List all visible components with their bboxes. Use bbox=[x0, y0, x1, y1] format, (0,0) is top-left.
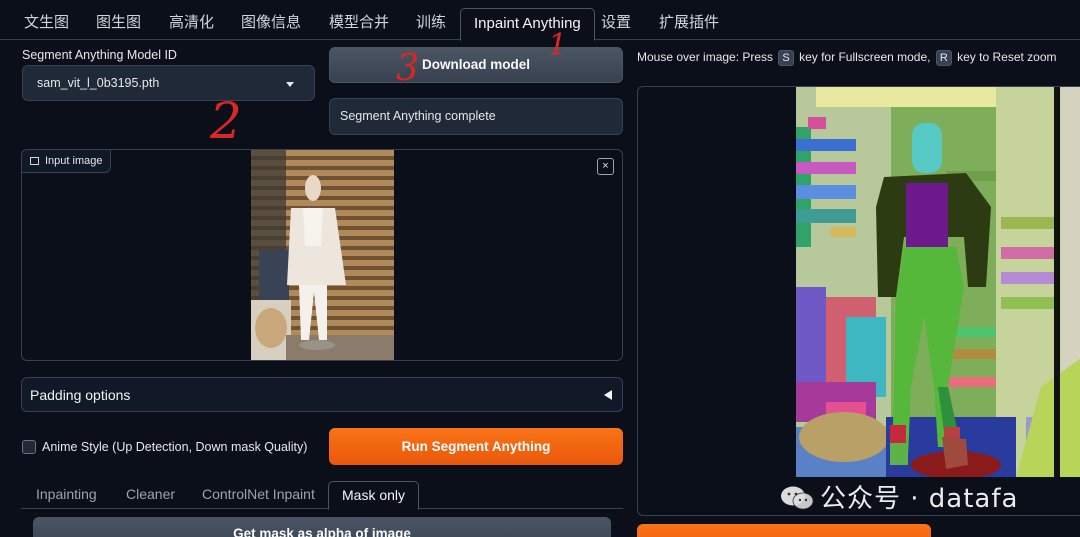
get-mask-button[interactable]: Get mask as alpha of image bbox=[33, 517, 611, 537]
run-segment-anything-button[interactable]: Run Segment Anything bbox=[329, 428, 623, 465]
watermark-text: 公众号 · datafa bbox=[820, 484, 1019, 514]
segmentation-output-panel[interactable] bbox=[637, 86, 1080, 516]
subtab-bar-line bbox=[21, 508, 623, 509]
subtab-controlnet-inpaint[interactable]: ControlNet Inpaint bbox=[202, 486, 315, 502]
input-image-panel[interactable]: Input image × bbox=[21, 149, 623, 361]
annotation-2: 2 bbox=[210, 92, 242, 150]
status-textbox: Segment Anything complete bbox=[329, 98, 623, 135]
subtab-cleaner[interactable]: Cleaner bbox=[126, 486, 175, 502]
subtab-mask-only[interactable]: Mask only bbox=[328, 481, 420, 510]
tab-4[interactable]: 模型合并 bbox=[329, 8, 389, 40]
model-id-value: sam_vit_l_0b3195.pth bbox=[37, 76, 160, 90]
subtab-inpainting[interactable]: Inpainting bbox=[36, 486, 97, 502]
main-tab-bar: 文生图 图生图 高清化 图像信息 模型合并 训练 Inpaint Anything 设置 扩展插… bbox=[0, 0, 1080, 41]
tab-2[interactable]: 高清化 bbox=[169, 8, 214, 40]
tab-3[interactable]: 图像信息 bbox=[241, 8, 301, 40]
padding-options-accordion[interactable]: Padding options bbox=[21, 377, 623, 412]
download-model-button[interactable]: Download model bbox=[329, 47, 623, 83]
watermark: 公众号 · datafa bbox=[780, 478, 1018, 515]
wechat-icon bbox=[781, 486, 814, 510]
close-image-button[interactable]: × bbox=[597, 158, 614, 175]
tab-6[interactable]: Inpaint Anything bbox=[460, 8, 595, 41]
input-photo bbox=[251, 150, 394, 360]
segmentation-image[interactable] bbox=[796, 87, 1080, 477]
tab-1[interactable]: 图生图 bbox=[96, 8, 141, 40]
tab-7[interactable]: 设置 bbox=[601, 8, 631, 40]
hint-prefix: Mouse over image: Press bbox=[637, 50, 774, 64]
chevron-down-icon bbox=[286, 82, 294, 87]
key-s: S bbox=[778, 50, 794, 66]
triangle-left-icon bbox=[604, 390, 612, 400]
model-id-label: Segment Anything Model ID bbox=[22, 48, 177, 62]
zoom-hint: Mouse over image: Press S key for Fullsc… bbox=[637, 50, 1057, 66]
secondary-orange-button[interactable] bbox=[637, 524, 931, 537]
padding-options-label: Padding options bbox=[30, 387, 131, 403]
annotation-1: 1 bbox=[548, 28, 568, 63]
image-icon bbox=[30, 157, 39, 165]
tab-8[interactable]: 扩展插件 bbox=[659, 8, 719, 40]
tab-0[interactable]: 文生图 bbox=[24, 8, 69, 40]
model-id-dropdown[interactable]: sam_vit_l_0b3195.pth bbox=[22, 65, 315, 101]
hint-middle: key for Fullscreen mode, bbox=[799, 50, 931, 64]
annotation-3: 3 bbox=[396, 48, 419, 89]
input-image-badge: Input image bbox=[22, 150, 112, 173]
tab-5[interactable]: 训练 bbox=[416, 8, 446, 40]
anime-style-label: Anime Style (Up Detection, Down mask Qua… bbox=[42, 440, 308, 454]
anime-style-checkbox[interactable] bbox=[22, 440, 36, 454]
input-image-label: Input image bbox=[45, 155, 103, 167]
hint-suffix: key to Reset zoom bbox=[957, 50, 1057, 64]
key-r: R bbox=[935, 50, 952, 66]
